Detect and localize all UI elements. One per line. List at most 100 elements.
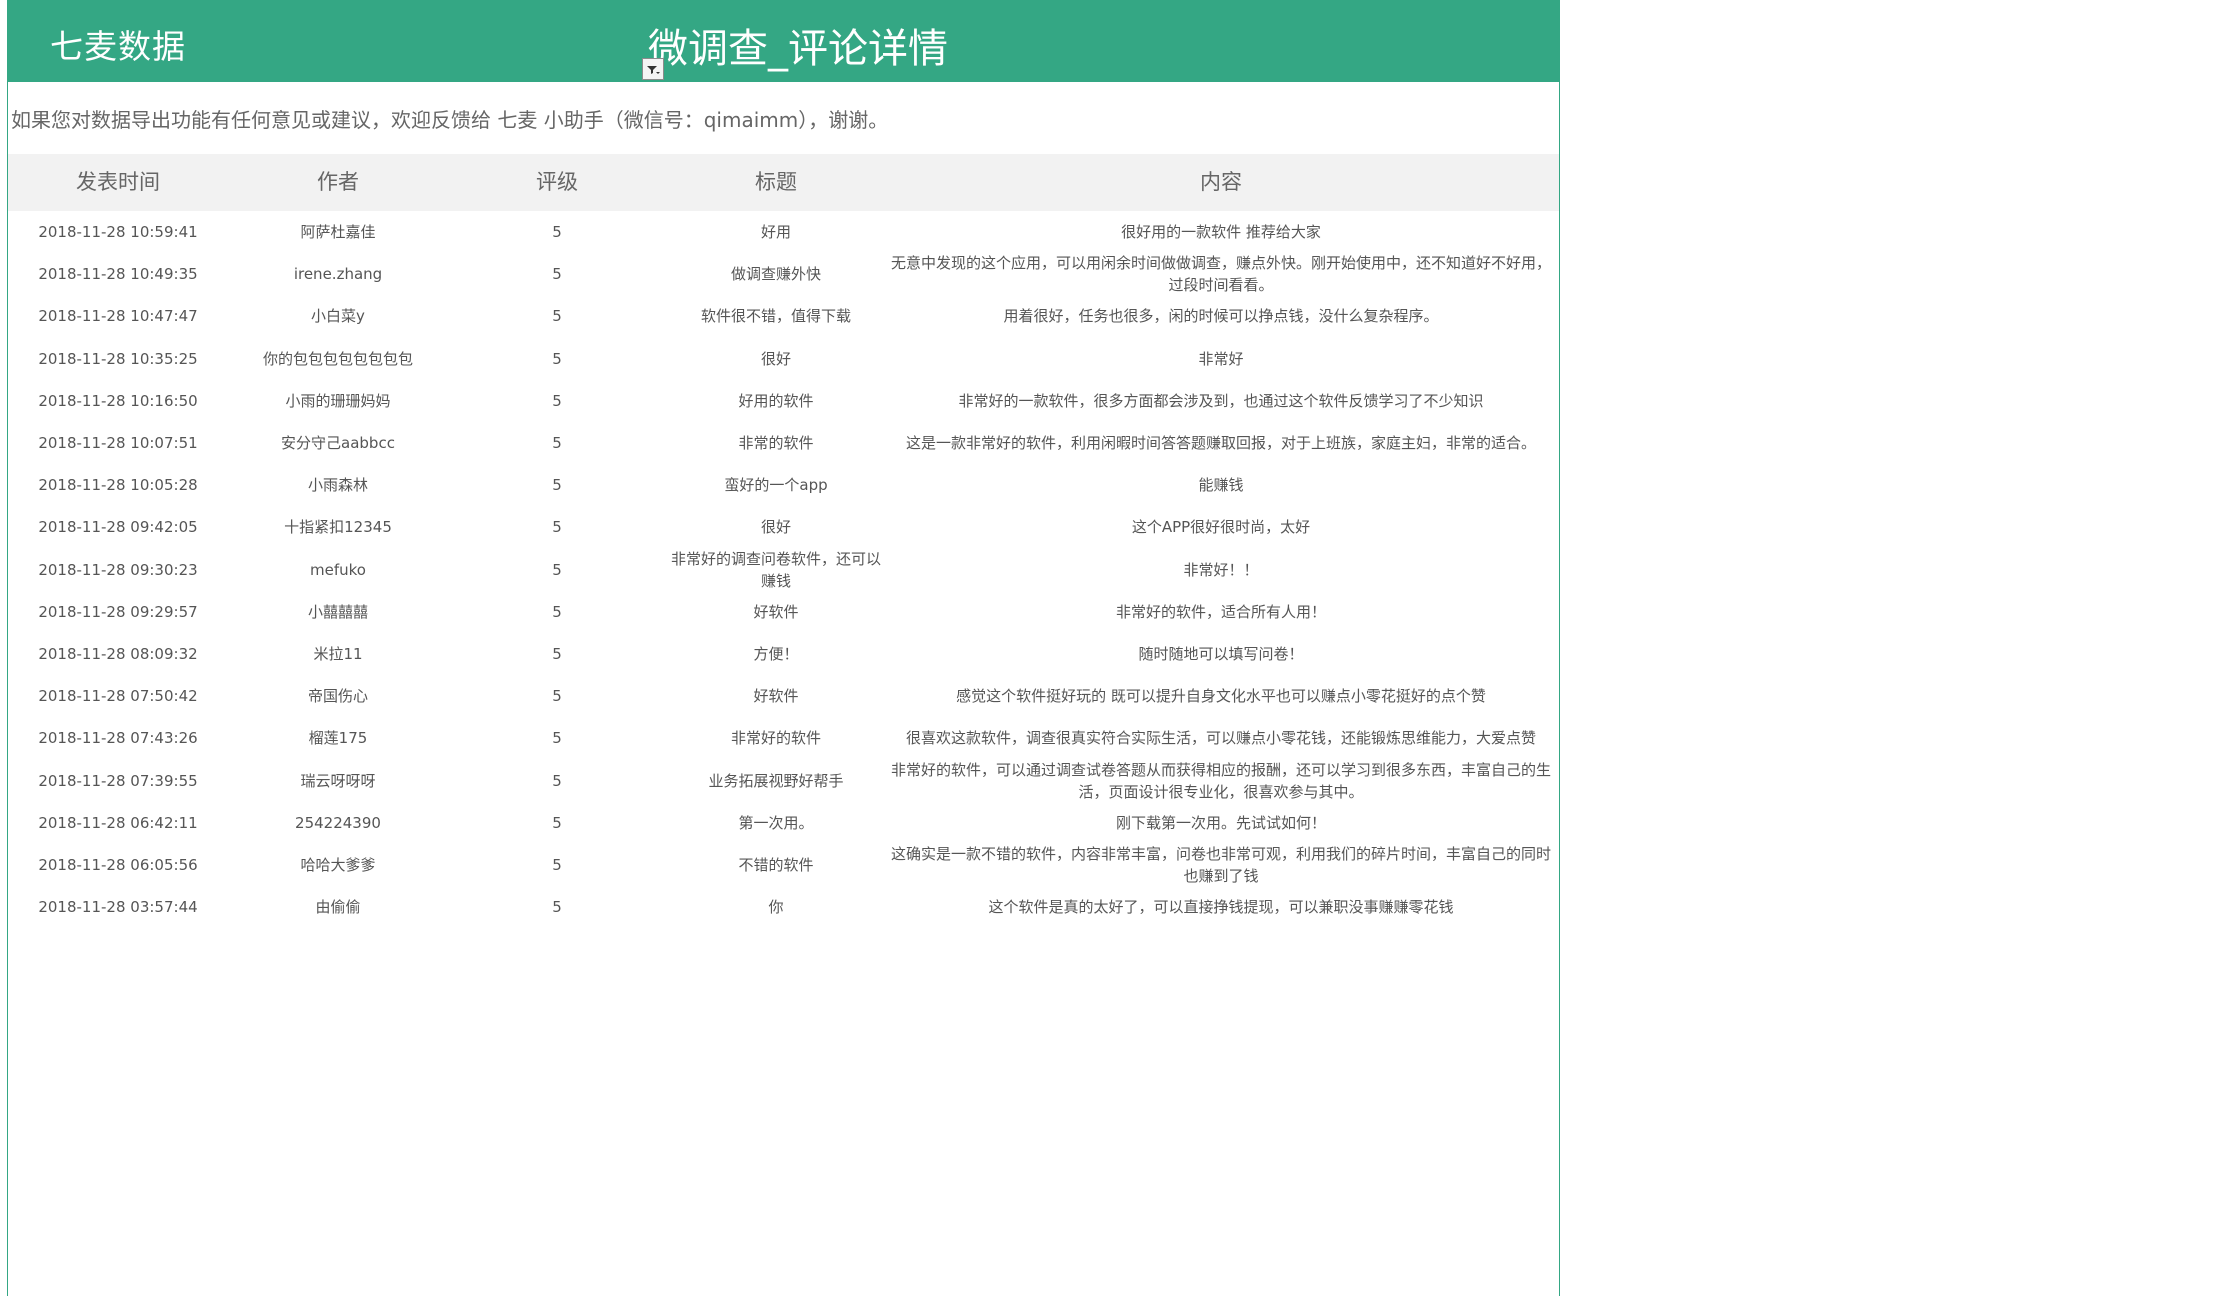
cell-content[interactable]: 这个软件是真的太好了，可以直接挣钱提现，可以兼职没事赚赚零花钱 — [886, 886, 1556, 928]
cell-time[interactable]: 2018-11-28 10:35:25 — [8, 338, 228, 380]
cell-time[interactable]: 2018-11-28 10:16:50 — [8, 380, 228, 422]
cell-title[interactable]: 好软件 — [666, 591, 886, 633]
cell-title[interactable]: 不错的软件 — [666, 844, 886, 886]
cell-rating[interactable]: 5 — [448, 422, 666, 464]
cell-rating[interactable]: 5 — [448, 464, 666, 506]
cell-title[interactable]: 非常的软件 — [666, 422, 886, 464]
cell-title[interactable]: 你 — [666, 886, 886, 928]
cell-title[interactable]: 方便！ — [666, 633, 886, 675]
cell-author[interactable]: 254224390 — [228, 802, 448, 844]
cell-author[interactable]: 哈哈大爹爹 — [228, 844, 448, 886]
cell-author[interactable]: 由偷偷 — [228, 886, 448, 928]
filter-button[interactable] — [642, 58, 664, 80]
cell-content[interactable]: 非常好 — [886, 338, 1556, 380]
cell-title-text: 不错的软件 — [738, 855, 814, 874]
cell-title[interactable]: 好用的软件 — [666, 380, 886, 422]
cell-rating-text: 5 — [552, 349, 562, 368]
column-header-time[interactable]: 发表时间 — [8, 154, 228, 211]
cell-title-text: 很好 — [760, 518, 791, 537]
cell-author[interactable]: 小囍囍囍 — [228, 591, 448, 633]
cell-title[interactable]: 很好 — [666, 506, 886, 548]
cell-time[interactable]: 2018-11-28 07:43:26 — [8, 717, 228, 759]
cell-content[interactable]: 无意中发现的这个应用，可以用闲余时间做做调查，赚点外快。刚开始使用中，还不知道好… — [886, 253, 1556, 295]
cell-time[interactable]: 2018-11-28 10:49:35 — [8, 253, 228, 295]
cell-content[interactable]: 能赚钱 — [886, 464, 1556, 506]
cell-time[interactable]: 2018-11-28 06:05:56 — [8, 844, 228, 886]
cell-author[interactable]: 米拉11 — [228, 633, 448, 675]
cell-content[interactable]: 感觉这个软件挺好玩的 既可以提升自身文化水平也可以赚点小零花挺好的点个赞 — [886, 675, 1556, 717]
cell-title[interactable]: 好软件 — [666, 675, 886, 717]
cell-content[interactable]: 非常好的软件，可以通过调查试卷答题从而获得相应的报酬，还可以学习到很多东西，丰富… — [886, 759, 1556, 801]
cell-rating[interactable]: 5 — [448, 675, 666, 717]
cell-time[interactable]: 2018-11-28 08:09:32 — [8, 633, 228, 675]
cell-title[interactable]: 第一次用。 — [666, 802, 886, 844]
cell-title[interactable]: 非常好的调查问卷软件，还可以赚钱 — [666, 549, 886, 591]
cell-rating[interactable]: 5 — [448, 844, 666, 886]
cell-rating[interactable]: 5 — [448, 211, 666, 253]
cell-content[interactable]: 非常好的软件，适合所有人用！ — [886, 591, 1556, 633]
cell-rating[interactable]: 5 — [448, 338, 666, 380]
column-header-author[interactable]: 作者 — [228, 154, 448, 211]
cell-time[interactable]: 2018-11-28 03:57:44 — [8, 886, 228, 928]
cell-rating[interactable]: 5 — [448, 633, 666, 675]
cell-content[interactable]: 非常好！！ — [886, 549, 1556, 591]
cell-content[interactable]: 很好用的一款软件 推荐给大家 — [886, 211, 1556, 253]
cell-title[interactable]: 业务拓展视野好帮手 — [666, 759, 886, 801]
cell-title[interactable]: 好用 — [666, 211, 886, 253]
cell-rating[interactable]: 5 — [448, 506, 666, 548]
cell-title[interactable]: 蛮好的一个app — [666, 464, 886, 506]
cell-time[interactable]: 2018-11-28 07:50:42 — [8, 675, 228, 717]
cell-author[interactable]: mefuko — [228, 549, 448, 591]
cell-time[interactable]: 2018-11-28 09:42:05 — [8, 506, 228, 548]
cell-rating[interactable]: 5 — [448, 591, 666, 633]
cell-author[interactable]: irene.zhang — [228, 253, 448, 295]
cell-rating[interactable]: 5 — [448, 759, 666, 801]
cell-time[interactable]: 2018-11-28 09:30:23 — [8, 549, 228, 591]
cell-rating-text: 5 — [552, 434, 562, 453]
cell-time[interactable]: 2018-11-28 10:05:28 — [8, 464, 228, 506]
cell-content[interactable]: 这个APP很好很时尚，太好 — [886, 506, 1556, 548]
cell-rating[interactable]: 5 — [448, 253, 666, 295]
cell-title[interactable]: 很好 — [666, 338, 886, 380]
cell-content[interactable]: 这是一款非常好的软件，利用闲暇时间答答题赚取回报，对于上班族，家庭主妇，非常的适… — [886, 422, 1556, 464]
cell-time[interactable]: 2018-11-28 06:42:11 — [8, 802, 228, 844]
cell-content[interactable]: 随时随地可以填写问卷！ — [886, 633, 1556, 675]
cell-content[interactable]: 非常好的一款软件，很多方面都会涉及到，也通过这个软件反馈学习了不少知识 — [886, 380, 1556, 422]
column-header-title[interactable]: 标题 — [666, 154, 886, 211]
cell-rating-text: 5 — [552, 560, 562, 579]
cell-title-text: 很好 — [760, 349, 791, 368]
cell-rating[interactable]: 5 — [448, 802, 666, 844]
cell-time[interactable]: 2018-11-28 10:59:41 — [8, 211, 228, 253]
cell-author[interactable]: 十指紧扣12345 — [228, 506, 448, 548]
cell-author[interactable]: 小雨森林 — [228, 464, 448, 506]
cell-author[interactable]: 帝国伤心 — [228, 675, 448, 717]
cell-author[interactable]: 小白菜y — [228, 295, 448, 337]
cell-rating[interactable]: 5 — [448, 295, 666, 337]
cell-rating[interactable]: 5 — [448, 549, 666, 591]
cell-author[interactable]: 安分守己aabbcc — [228, 422, 448, 464]
cell-time[interactable]: 2018-11-28 10:47:47 — [8, 295, 228, 337]
cell-author[interactable]: 阿萨杜嘉佳 — [228, 211, 448, 253]
cell-content[interactable]: 很喜欢这款软件，调查很真实符合实际生活，可以赚点小零花钱，还能锻炼思维能力，大爱… — [886, 717, 1556, 759]
cell-time[interactable]: 2018-11-28 10:07:51 — [8, 422, 228, 464]
cell-content[interactable]: 刚下载第一次用。先试试如何！ — [886, 802, 1556, 844]
cell-author[interactable]: 小雨的珊珊妈妈 — [228, 380, 448, 422]
column-header-content[interactable]: 内容 — [886, 154, 1556, 211]
cell-title-text: 蛮好的一个app — [724, 476, 828, 495]
cell-rating[interactable]: 5 — [448, 886, 666, 928]
cell-rating-text: 5 — [552, 265, 562, 284]
column-header-rating[interactable]: 评级 — [448, 154, 666, 211]
cell-rating[interactable]: 5 — [448, 717, 666, 759]
cell-time[interactable]: 2018-11-28 07:39:55 — [8, 759, 228, 801]
cell-rating[interactable]: 5 — [448, 380, 666, 422]
cell-title[interactable]: 软件很不错，值得下载 — [666, 295, 886, 337]
cell-title[interactable]: 非常好的软件 — [666, 717, 886, 759]
cell-time[interactable]: 2018-11-28 09:29:57 — [8, 591, 228, 633]
cell-content[interactable]: 这确实是一款不错的软件，内容非常丰富，问卷也非常可观，利用我们的碎片时间，丰富自… — [886, 844, 1556, 886]
cell-time-text: 2018-11-28 10:49:35 — [38, 265, 198, 284]
cell-author[interactable]: 榴莲175 — [228, 717, 448, 759]
cell-content[interactable]: 用着很好，任务也很多，闲的时候可以挣点钱，没什么复杂程序。 — [886, 295, 1556, 337]
cell-author[interactable]: 你的包包包包包包包包 — [228, 338, 448, 380]
cell-author[interactable]: 瑞云呀呀呀 — [228, 759, 448, 801]
cell-title[interactable]: 做调查赚外快 — [666, 253, 886, 295]
